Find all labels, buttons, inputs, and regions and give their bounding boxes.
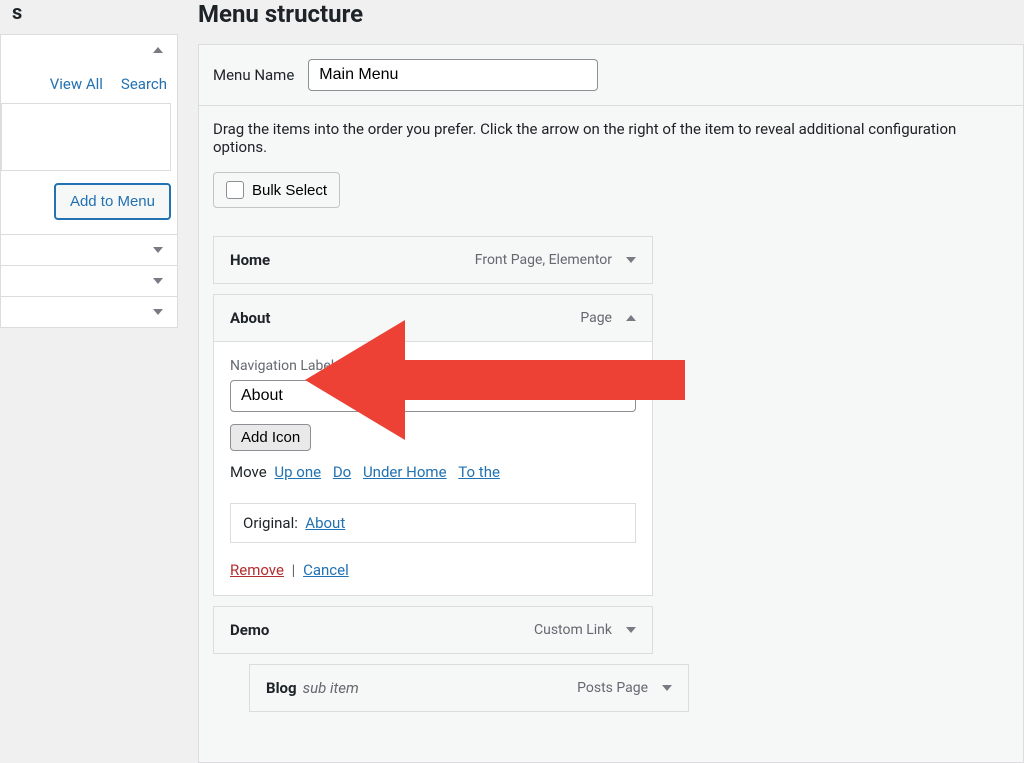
original-box: Original: About — [230, 503, 636, 543]
menu-name-row: Menu Name — [199, 45, 1023, 106]
accordion-section-3[interactable] — [1, 265, 177, 296]
menu-item-title-text: Blog — [266, 679, 297, 697]
menu-item-title: Blog sub item — [266, 679, 359, 697]
tab-view-all[interactable]: View All — [50, 75, 103, 93]
chevron-down-icon — [626, 627, 636, 633]
menu-item-type: Page — [580, 310, 612, 326]
accordion-section-2[interactable] — [1, 234, 177, 265]
sidebar-heading: s — [12, 0, 178, 24]
original-link[interactable]: About — [305, 514, 345, 532]
move-label: Move — [230, 463, 267, 481]
add-icon-button[interactable]: Add Icon — [230, 424, 311, 451]
tab-search[interactable]: Search — [121, 75, 167, 93]
main-content: Menu structure Menu Name Drag the items … — [178, 0, 1024, 623]
move-up-link[interactable]: Up one — [274, 463, 321, 481]
add-items-sidebar: s View All Search Add to Menu — [0, 0, 178, 623]
move-top-link[interactable]: To the — [458, 463, 500, 481]
item-actions: Remove | Cancel — [230, 561, 636, 579]
chevron-down-icon — [626, 257, 636, 263]
menu-item-bar[interactable]: Demo Custom Link — [213, 606, 653, 654]
menu-item-settings: Navigation Label Add Icon Move Up one Do… — [213, 342, 653, 596]
menu-item-bar[interactable]: About Page — [213, 294, 653, 342]
chevron-up-icon — [626, 315, 636, 321]
chevron-down-icon — [662, 685, 672, 691]
nav-label-input[interactable] — [230, 380, 636, 412]
menu-item-bar[interactable]: Blog sub item Posts Page — [249, 664, 689, 712]
menu-item-about: About Page Navigation Label Add Icon — [213, 294, 653, 596]
menu-name-input[interactable] — [308, 59, 598, 91]
menu-item-type: Front Page, Elementor — [475, 252, 612, 268]
menu-item-bar[interactable]: Home Front Page, Elementor — [213, 236, 653, 284]
chevron-down-icon — [153, 278, 163, 284]
menu-item-title: Home — [230, 251, 270, 269]
instructions-text: Drag the items into the order you prefer… — [213, 120, 1009, 156]
chevron-up-icon — [153, 47, 163, 53]
menu-panel: Menu Name Drag the items into the order … — [198, 44, 1024, 763]
page-title: Menu structure — [198, 0, 1024, 28]
bulk-select-button[interactable]: Bulk Select — [213, 172, 340, 208]
sub-item-label: sub item — [303, 679, 359, 697]
menu-item-demo: Demo Custom Link — [213, 606, 653, 654]
menu-name-label: Menu Name — [213, 66, 294, 84]
items-listbox[interactable] — [1, 103, 171, 171]
add-to-menu-button[interactable]: Add to Menu — [54, 183, 171, 220]
menu-item-type: Posts Page — [577, 680, 648, 696]
checkbox-icon — [226, 181, 244, 199]
remove-link[interactable]: Remove — [230, 561, 284, 579]
move-row: Move Up one Do Under Home To the — [230, 463, 636, 481]
original-label: Original: — [243, 514, 298, 532]
menu-item-title: About — [230, 309, 270, 327]
sidebar-tabs: View All Search — [1, 75, 171, 93]
move-down-link[interactable]: Do — [333, 463, 351, 481]
accordion: View All Search Add to Menu — [0, 34, 178, 328]
menu-item-home: Home Front Page, Elementor — [213, 236, 653, 284]
chevron-down-icon — [153, 309, 163, 315]
cancel-link[interactable]: Cancel — [303, 561, 349, 579]
nav-label-heading: Navigation Label — [230, 358, 636, 374]
menu-item-type: Custom Link — [534, 622, 612, 638]
bulk-select-label: Bulk Select — [252, 182, 327, 199]
separator: | — [288, 561, 300, 579]
accordion-section-open[interactable] — [1, 35, 177, 65]
chevron-down-icon — [153, 247, 163, 253]
menu-item-blog: Blog sub item Posts Page — [249, 664, 689, 712]
move-under-link[interactable]: Under Home — [363, 463, 447, 481]
menu-item-title: Demo — [230, 621, 269, 639]
accordion-section-4[interactable] — [1, 296, 177, 327]
